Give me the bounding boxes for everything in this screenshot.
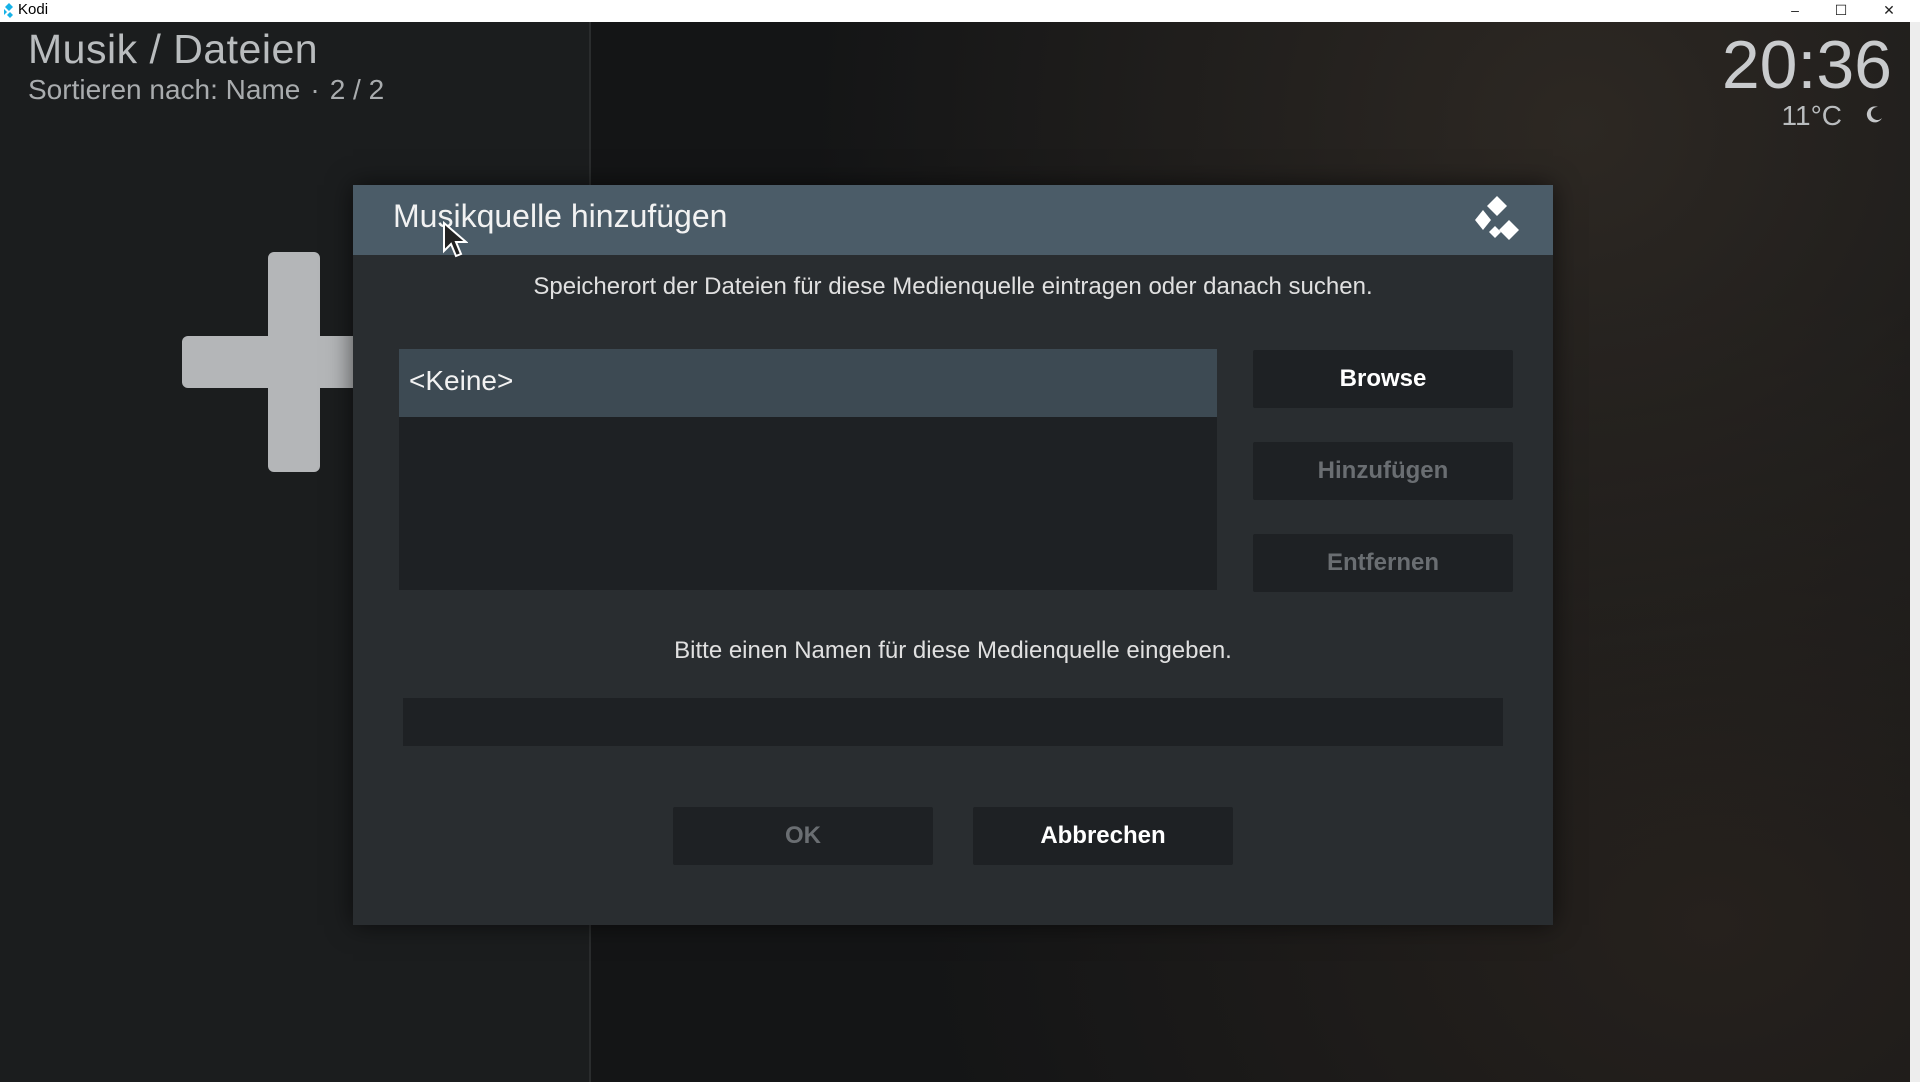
kodi-icon — [4, 3, 13, 18]
ok-button[interactable]: OK — [673, 807, 933, 865]
remove-path-button[interactable]: Entfernen — [1253, 534, 1513, 592]
name-prompt: Bitte einen Namen für diese Medienquelle… — [674, 637, 1232, 664]
temperature: 11°C — [1781, 100, 1842, 131]
sort-label: Sortieren nach: Name — [28, 74, 301, 105]
minimize-button[interactable]: – — [1772, 0, 1818, 22]
path-list[interactable]: <Keine> — [399, 349, 1217, 590]
window-titlebar: Kodi – ☐ ✕ — [0, 0, 1920, 22]
cancel-button[interactable]: Abbrechen — [973, 807, 1233, 865]
clock: 20:36 — [1721, 27, 1892, 103]
sort-info: Sortieren nach: Name · 2 / 2 — [28, 74, 384, 106]
source-name-input[interactable] — [403, 698, 1503, 746]
mouse-cursor-icon — [443, 221, 468, 258]
background-edge — [1910, 22, 1920, 1082]
add-path-button[interactable]: Hinzufügen — [1253, 442, 1513, 500]
path-prompt: Speicherort der Dateien für diese Medien… — [533, 273, 1373, 300]
maximize-button[interactable]: ☐ — [1818, 0, 1864, 22]
kodi-logo-icon[interactable] — [1471, 194, 1523, 246]
path-item-label: <Keine> — [409, 365, 514, 396]
page-title: Musik / Dateien — [28, 26, 319, 72]
browse-button[interactable]: Browse — [1253, 350, 1513, 408]
path-list-item[interactable]: <Keine> — [399, 349, 1217, 417]
add-music-source-dialog: Musikquelle hinzufügen Speicherort der D… — [353, 185, 1553, 925]
close-window-button[interactable]: ✕ — [1866, 0, 1912, 22]
dialog-header: Musikquelle hinzufügen — [353, 185, 1553, 255]
separator: · — [310, 74, 320, 105]
weather-info: 11°C — [1782, 100, 1884, 132]
moon-icon — [1866, 106, 1882, 123]
window-title: Kodi — [18, 1, 49, 18]
page-indicator: 2 / 2 — [329, 74, 385, 105]
plus-icon-horizontal — [182, 336, 362, 388]
